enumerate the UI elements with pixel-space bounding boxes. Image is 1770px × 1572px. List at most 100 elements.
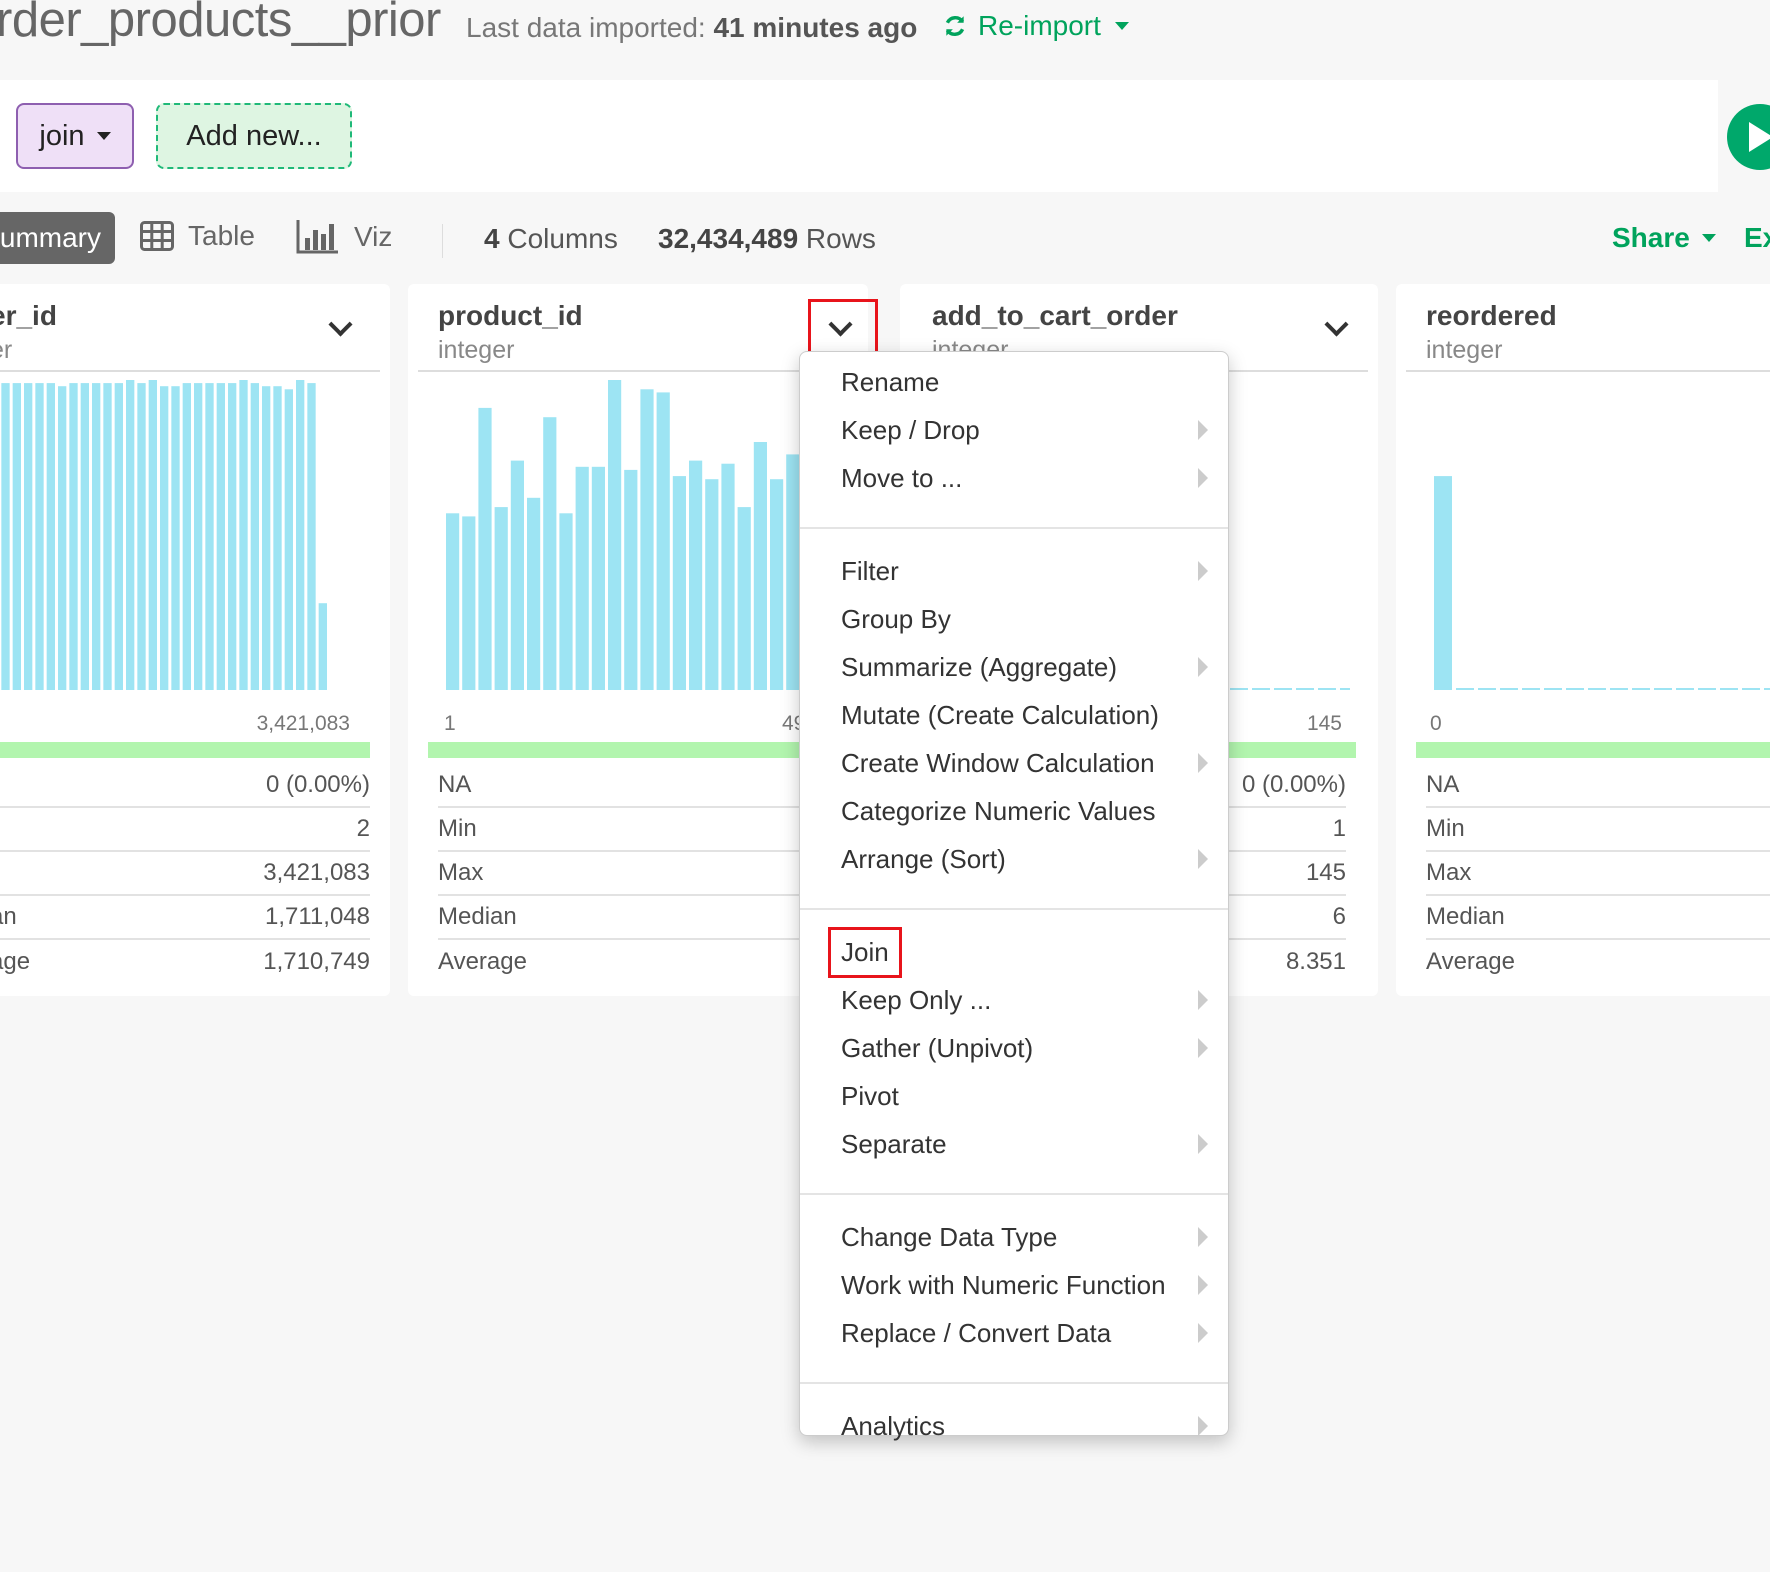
menu-item-work-with-numeric-function[interactable]: Work with Numeric Function [800, 1261, 1228, 1309]
caret-down-icon [1701, 234, 1716, 242]
histogram-bar [786, 454, 800, 690]
menu-item-replace-convert-data[interactable]: Replace / Convert Data [800, 1309, 1228, 1357]
menu-group: Rename Keep / Drop Move to ... [800, 352, 1228, 527]
menu-item-label: Join [828, 926, 902, 978]
tab-viz[interactable]: Viz [296, 220, 392, 254]
pipeline-step-join[interactable]: join [16, 103, 134, 169]
histogram-bar [58, 386, 67, 690]
histogram-bar [672, 476, 686, 690]
menu-item-join[interactable]: Join [800, 926, 1228, 978]
add-new-step-button[interactable]: Add new... [156, 103, 352, 169]
stat-value: 1,711,048 [265, 903, 370, 930]
menu-item-label: Replace / Convert Data [841, 1317, 1112, 1348]
menu-item-create-window-calculation[interactable]: Create Window Calculation [800, 739, 1228, 787]
menu-item-move-to[interactable]: Move to ... [800, 454, 1228, 502]
histogram-bar [35, 383, 44, 690]
column-menu-chevron-icon[interactable] [822, 314, 858, 344]
share-label: Share [1612, 222, 1690, 253]
submenu-arrow-icon [1198, 990, 1208, 1010]
histogram-bar [12, 383, 21, 690]
stat-value: 3,421,083 [263, 859, 370, 886]
menu-item-arrange-sort[interactable]: Arrange (Sort) [800, 835, 1228, 883]
menu-item-change-data-type[interactable]: Change Data Type [800, 1213, 1228, 1261]
menu-item-rename[interactable]: Rename [800, 358, 1228, 406]
stat-row: 0 (0.00%) [0, 764, 370, 808]
stat-label: age [0, 948, 31, 975]
histogram-bar [527, 497, 541, 690]
menu-item-analytics[interactable]: Analytics [800, 1402, 1228, 1450]
menu-item-label: Mutate (Create Calculation) [841, 699, 1159, 730]
menu-item-mutate-create-calculation[interactable]: Mutate (Create Calculation) [800, 691, 1228, 739]
axis-min-label: 0 [1430, 712, 1442, 735]
menu-item-keep-drop[interactable]: Keep / Drop [800, 406, 1228, 454]
histogram-bar [216, 383, 225, 690]
stat-value: 0 (0.00%) [265, 771, 370, 798]
bar-chart-icon [296, 220, 338, 254]
menu-item-separate[interactable]: Separate [800, 1120, 1228, 1168]
column-context-menu: Rename Keep / Drop Move to ... Filter Group … [799, 351, 1229, 1441]
histogram-bar [69, 383, 78, 690]
caret-down-icon [1114, 22, 1129, 30]
submenu-arrow-icon [1198, 753, 1208, 773]
tab-summary[interactable]: ummary [0, 212, 115, 264]
last-imported-prefix: Last data imported: [466, 12, 714, 43]
menu-group: Join Keep Only ... Gather (Unpivot) Pivot Se… [800, 910, 1228, 1193]
menu-item-label: Categorize Numeric Values [841, 795, 1156, 826]
histogram-bar [284, 389, 293, 690]
menu-item-label: Work with Numeric Function [841, 1269, 1166, 1300]
histogram-bar [318, 603, 327, 690]
histogram-bar [228, 383, 237, 690]
histogram-bar [721, 463, 735, 690]
menu-item-label: Change Data Type [841, 1221, 1058, 1252]
toolbar-divider [442, 224, 443, 258]
step-label: join [39, 119, 85, 152]
histogram-bar [273, 386, 282, 690]
header-divider [1406, 370, 1770, 372]
header-divider [0, 370, 380, 372]
stat-row: NA0 (0 [1426, 764, 1770, 808]
menu-item-categorize-numeric-values[interactable]: Categorize Numeric Values [800, 787, 1228, 835]
histogram-bar [103, 383, 112, 690]
menu-item-gather-unpivot[interactable]: Gather (Unpivot) [800, 1024, 1228, 1072]
stat-row: Min [1426, 808, 1770, 852]
histogram-bar [753, 442, 767, 690]
column-menu-chevron-icon[interactable] [322, 314, 358, 344]
column-type: integer [1426, 336, 1503, 364]
submenu-arrow-icon [1198, 657, 1208, 677]
run-play-button[interactable] [1727, 104, 1770, 170]
histogram-bar [137, 383, 146, 690]
stat-label: Median [1426, 903, 1505, 930]
valid-values-bar [1416, 742, 1770, 758]
histogram-bar [478, 407, 492, 690]
share-button[interactable]: Share [1612, 222, 1716, 254]
menu-item-label: Filter [841, 555, 899, 586]
menu-item-label: Create Window Calculation [841, 747, 1155, 778]
menu-item-keep-only[interactable]: Keep Only ... [800, 976, 1228, 1024]
histogram-bar [591, 466, 605, 690]
stat-label: Average [438, 948, 527, 975]
histogram-bar [689, 460, 703, 690]
tab-table[interactable]: Table [140, 220, 255, 252]
column-name: product_id [438, 300, 583, 331]
histogram-bar [624, 469, 638, 690]
axis-max-label: 3,421,083 [256, 712, 350, 735]
stats-table: 0 (0.00%) 2 3,421,083 an 1,711,048 age 1,710,7… [0, 764, 370, 984]
stat-label: Max [1426, 859, 1472, 886]
stat-row: 3,421,083 [0, 852, 370, 896]
reimport-button[interactable]: Re-import [942, 10, 1129, 42]
column-type: er [0, 336, 13, 364]
histogram-bar [296, 380, 305, 690]
menu-item-summarize-aggregate[interactable]: Summarize (Aggregate) [800, 643, 1228, 691]
menu-item-group-by[interactable]: Group By [800, 595, 1228, 643]
export-button[interactable]: Ex [1744, 222, 1770, 254]
menu-item-pivot[interactable]: Pivot [800, 1072, 1228, 1120]
histogram-bar [92, 383, 101, 690]
menu-item-label: Gather (Unpivot) [841, 1032, 1034, 1063]
histogram-bar [462, 516, 476, 690]
column-menu-chevron-icon[interactable] [1318, 314, 1354, 344]
histogram-bar [126, 380, 135, 690]
stat-label: NA [438, 771, 472, 798]
menu-item-filter[interactable]: Filter [800, 547, 1228, 595]
menu-group: Filter Group By Summarize (Aggregate) Mutat… [800, 529, 1228, 908]
menu-item-label: Analytics [841, 1410, 946, 1441]
